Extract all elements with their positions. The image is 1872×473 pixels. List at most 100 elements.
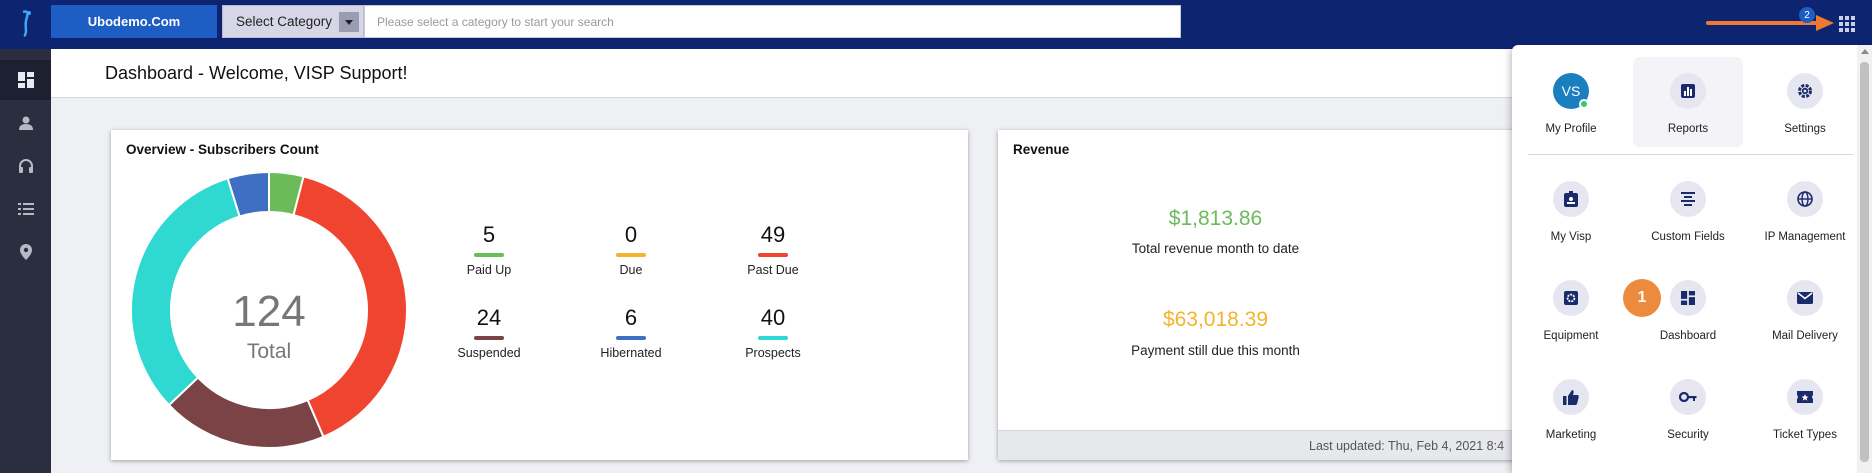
sidebar bbox=[0, 49, 51, 473]
app-label: Dashboard bbox=[1659, 330, 1717, 342]
app-reports[interactable]: Reports bbox=[1633, 57, 1743, 147]
app-security[interactable]: Security bbox=[1633, 363, 1743, 453]
app-label: My Visp bbox=[1550, 231, 1592, 243]
last-updated-text: Last updated: Thu, Feb 4, 2021 8:4 bbox=[1309, 439, 1505, 453]
app-label: Reports bbox=[1667, 123, 1709, 135]
ticket-icon bbox=[1787, 379, 1823, 415]
stat-value: 6 bbox=[624, 305, 638, 330]
app-mail-delivery[interactable]: Mail Delivery bbox=[1750, 264, 1860, 354]
stat-label: Hibernated bbox=[600, 346, 662, 360]
app-my-visp[interactable]: My Visp bbox=[1516, 165, 1626, 255]
stat-suspended[interactable]: 24 Suspended bbox=[434, 305, 544, 360]
stat-color-bar bbox=[616, 253, 646, 257]
app-label: Ticket Types bbox=[1773, 429, 1837, 441]
annotation-step-badge: 1 bbox=[1623, 279, 1661, 317]
overview-title: Overview - Subscribers Count bbox=[126, 142, 319, 157]
app-label: My Profile bbox=[1545, 123, 1597, 135]
donut-total-label: Total bbox=[247, 340, 291, 363]
apps-grid-icon[interactable] bbox=[1838, 15, 1856, 33]
app-label: Settings bbox=[1784, 123, 1826, 135]
donut-slice-suspended[interactable] bbox=[167, 376, 325, 449]
overview-card: Overview - Subscribers Count 124 Total 5… bbox=[111, 130, 968, 460]
app-marketing[interactable]: Marketing bbox=[1516, 363, 1626, 453]
scrollbar-thumb[interactable] bbox=[1860, 62, 1869, 462]
stat-value: 49 bbox=[760, 222, 786, 247]
category-select-value: Select Category bbox=[236, 14, 333, 29]
sidebar-item-list[interactable] bbox=[0, 189, 51, 229]
stat-paid-up[interactable]: 5 Paid Up bbox=[434, 222, 544, 277]
revenue-month-to-date-label: Total revenue month to date bbox=[1131, 241, 1300, 256]
gear-icon bbox=[1787, 73, 1823, 109]
revenue-due-value: $63,018.39 bbox=[1162, 308, 1269, 331]
sidebar-item-dashboard[interactable] bbox=[0, 60, 51, 100]
location-pin-icon bbox=[19, 244, 32, 260]
subscribers-donut-chart: 124 Total bbox=[130, 170, 408, 449]
app-ticket-types[interactable]: Ticket Types bbox=[1750, 363, 1860, 453]
stat-color-bar bbox=[474, 253, 504, 257]
app-my-profile[interactable]: VS My Profile bbox=[1516, 57, 1626, 147]
panel-divider bbox=[1528, 154, 1853, 155]
stat-color-bar bbox=[474, 336, 504, 340]
sidebar-item-subscribers[interactable] bbox=[0, 103, 51, 143]
annotation-arrow bbox=[1706, 15, 1834, 31]
stat-label: Prospects bbox=[745, 346, 801, 360]
stat-value: 5 bbox=[482, 222, 496, 247]
list-icon bbox=[17, 203, 34, 215]
apps-panel-scrollbar[interactable] bbox=[1857, 45, 1872, 473]
stat-prospects[interactable]: 40 Prospects bbox=[718, 305, 828, 360]
chevron-down-icon[interactable] bbox=[339, 12, 359, 32]
donut-slice-prospects[interactable] bbox=[130, 177, 241, 407]
top-bar: Ubodemo.Com Select Category 2 bbox=[0, 0, 1872, 49]
stat-color-bar bbox=[616, 336, 646, 340]
revenue-footer: Last updated: Thu, Feb 4, 2021 8:4 bbox=[998, 430, 1558, 460]
category-select[interactable]: Select Category bbox=[222, 5, 364, 38]
app-label: Equipment bbox=[1543, 330, 1599, 342]
app-ip-management[interactable]: IP Management bbox=[1750, 165, 1860, 255]
equipment-gear-icon bbox=[1553, 280, 1589, 316]
stat-value: 0 bbox=[624, 222, 638, 247]
stat-label: Suspended bbox=[457, 346, 521, 360]
revenue-month-to-date-value: $1,813.86 bbox=[1168, 207, 1263, 230]
online-status-dot bbox=[1579, 99, 1589, 109]
stat-value: 40 bbox=[760, 305, 786, 330]
app-label: IP Management bbox=[1764, 231, 1846, 243]
notification-badge[interactable]: 2 bbox=[1799, 7, 1815, 23]
sidebar-item-support[interactable] bbox=[0, 146, 51, 186]
stat-past-due[interactable]: 49 Past Due bbox=[718, 222, 828, 277]
sidebar-item-map[interactable] bbox=[0, 232, 51, 272]
app-label: Security bbox=[1667, 429, 1709, 441]
revenue-card: Revenue $1,813.86 Total revenue month to… bbox=[998, 130, 1558, 460]
stat-color-bar bbox=[758, 336, 788, 340]
bar-chart-icon bbox=[1670, 73, 1706, 109]
page-title: Dashboard - Welcome, VISP Support! bbox=[105, 63, 408, 83]
stat-color-bar bbox=[758, 253, 788, 257]
stat-label: Due bbox=[619, 263, 643, 277]
app-label: Mail Delivery bbox=[1772, 330, 1838, 342]
stat-value: 24 bbox=[476, 305, 502, 330]
stat-label: Paid Up bbox=[466, 263, 512, 277]
mail-icon bbox=[1787, 280, 1823, 316]
app-settings[interactable]: Settings bbox=[1750, 57, 1860, 147]
key-icon bbox=[1670, 379, 1706, 415]
align-center-icon bbox=[1670, 181, 1706, 217]
dashboard-icon bbox=[1670, 280, 1706, 316]
search-input[interactable] bbox=[364, 5, 1181, 38]
app-equipment[interactable]: Equipment bbox=[1516, 264, 1626, 354]
thumbs-up-icon bbox=[1553, 379, 1589, 415]
donut-total-value: 124 bbox=[232, 287, 305, 336]
revenue-title: Revenue bbox=[1013, 142, 1070, 157]
visp-logo-icon[interactable] bbox=[14, 8, 36, 38]
stat-hibernated[interactable]: 6 Hibernated bbox=[576, 305, 686, 360]
headset-icon bbox=[18, 159, 33, 173]
revenue-due-label: Payment still due this month bbox=[1131, 343, 1300, 358]
scroll-up-icon[interactable] bbox=[1861, 49, 1869, 54]
app-custom-fields[interactable]: Custom Fields bbox=[1633, 165, 1743, 255]
avatar: VS bbox=[1553, 73, 1589, 109]
app-label: Custom Fields bbox=[1651, 231, 1725, 243]
dashboard-icon bbox=[17, 72, 34, 88]
donut-slice-past-due[interactable] bbox=[292, 175, 408, 439]
globe-icon bbox=[1787, 181, 1823, 217]
stat-due[interactable]: 0 Due bbox=[576, 222, 686, 277]
apps-menu-panel: VS My Profile Reports Settings My Visp C… bbox=[1512, 45, 1872, 473]
organization-button[interactable]: Ubodemo.Com bbox=[51, 5, 217, 38]
